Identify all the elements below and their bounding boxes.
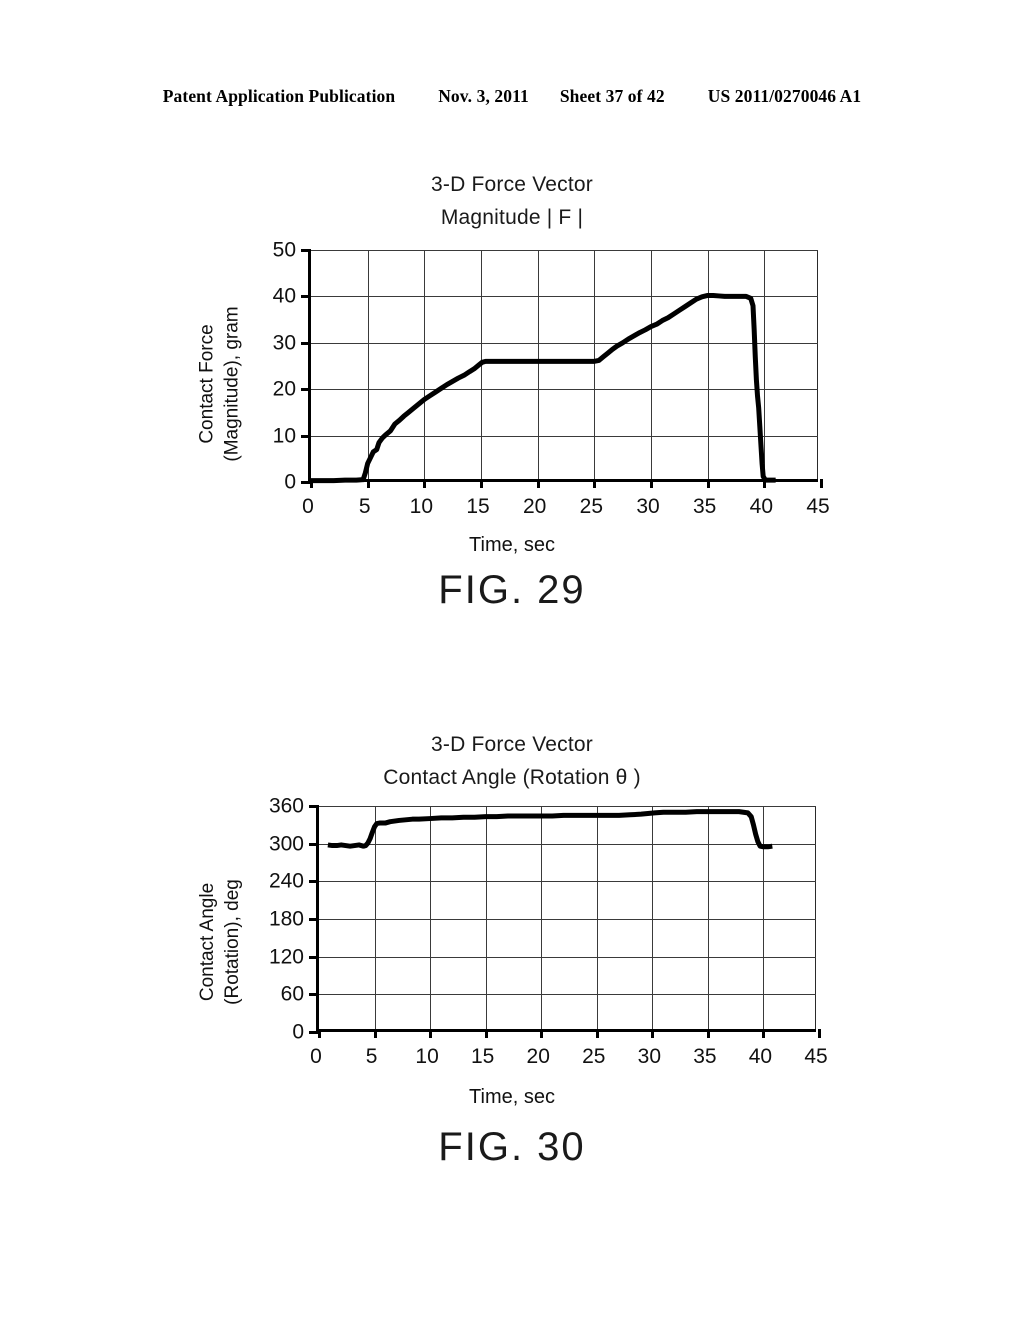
patent-header: Patent Application Publication Nov. 3, 2… bbox=[0, 86, 1024, 107]
x-tick-label: 10 bbox=[409, 495, 434, 518]
y-axis-caption-30: Contact Angle (Rotation), deg bbox=[192, 794, 248, 1089]
x-tick-label: 0 bbox=[302, 495, 314, 518]
y-tick-label: 360 bbox=[268, 794, 304, 818]
chart-29: Contact Force (Magnitude), gram 0 10 20 30 4… bbox=[192, 234, 832, 557]
y-axis-tick bbox=[309, 993, 319, 997]
chart-title-29: 3-D Force Vector Magnitude | F | bbox=[0, 168, 1024, 234]
data-series-line bbox=[311, 292, 776, 484]
y-tick-label: 20 bbox=[272, 377, 296, 401]
x-tick-label: 5 bbox=[358, 495, 371, 518]
x-tick-label: 45 bbox=[806, 495, 830, 518]
data-series-line bbox=[327, 809, 773, 850]
x-axis-caption-29: Time, sec bbox=[469, 534, 555, 556]
y-axis-tick bbox=[301, 249, 311, 252]
sheet-number: Sheet 37 of 42 bbox=[559, 86, 665, 106]
figure-caption-30: FIG. 30 bbox=[438, 1125, 586, 1169]
y-axis-caption-line2: (Magnitude), gram bbox=[222, 306, 244, 462]
y-tick-label: 240 bbox=[268, 869, 304, 893]
x-tick-label: 5 bbox=[365, 1045, 378, 1068]
x-tick-label: 25 bbox=[579, 495, 604, 518]
x-tick-label: 30 bbox=[636, 495, 660, 518]
x-tick-labels-30: 0 5 10 15 20 25 30 35 40 45 bbox=[192, 1046, 832, 1072]
chart-30: Contact Angle (Rotation), deg 0 60 120 180 2… bbox=[192, 794, 832, 1109]
y-axis-caption-line1: Contact Force bbox=[197, 324, 219, 444]
y-axis-caption-line2: (Rotation), deg bbox=[222, 878, 243, 1005]
y-axis-caption-line1: Contact Angle bbox=[197, 882, 218, 1001]
figure-30: 3-D Force Vector Contact Angle (Rotation… bbox=[0, 728, 1024, 1170]
x-tick-labels-29: 0 5 10 15 20 25 30 35 40 45 bbox=[192, 496, 832, 522]
publication-date: Nov. 3, 2011 bbox=[438, 86, 529, 106]
y-axis-tick bbox=[301, 388, 311, 392]
y-axis-tick bbox=[301, 341, 311, 345]
y-tick-label: 10 bbox=[272, 424, 296, 448]
y-axis-tick bbox=[309, 955, 319, 959]
x-tick-label: 15 bbox=[470, 1045, 495, 1068]
y-axis-tick bbox=[309, 918, 319, 921]
y-tick-label: 30 bbox=[272, 331, 296, 355]
x-tick-label: 35 bbox=[693, 1045, 717, 1068]
x-tick-label: 0 bbox=[310, 1045, 322, 1068]
x-tick-label: 30 bbox=[637, 1045, 662, 1068]
figure-29: 3-D Force Vector Magnitude | F | Contact… bbox=[0, 168, 1024, 613]
y-axis-tick bbox=[309, 880, 319, 884]
y-tick-label: 300 bbox=[268, 832, 304, 856]
x-tick-label: 45 bbox=[804, 1045, 828, 1068]
x-tick-label: 10 bbox=[415, 1045, 439, 1068]
y-axis-tick bbox=[301, 434, 311, 438]
y-tick-label: 60 bbox=[280, 982, 304, 1006]
publication-label: Patent Application Publication bbox=[162, 86, 396, 106]
figure-caption-29: FIG. 29 bbox=[438, 568, 586, 612]
patent-number: US 2011/0270046 A1 bbox=[707, 86, 862, 106]
y-tick-labels-29: 0 10 20 30 40 50 bbox=[250, 240, 296, 493]
y-axis-tick bbox=[301, 295, 311, 299]
data-series-layer bbox=[327, 809, 773, 850]
y-axis-tick bbox=[309, 805, 319, 808]
x-tick-label: 40 bbox=[749, 495, 774, 518]
x-tick-label: 20 bbox=[526, 1045, 550, 1068]
y-tick-label: 50 bbox=[272, 238, 296, 262]
y-axis-tick bbox=[309, 842, 319, 846]
chart-title-line2: Contact Angle (Rotation θ ) bbox=[383, 766, 641, 789]
x-axis-caption-30: Time, sec bbox=[469, 1086, 555, 1108]
x-tick-label: 35 bbox=[692, 495, 717, 518]
y-axis-caption-29: Contact Force (Magnitude), gram bbox=[192, 234, 248, 534]
data-series-layer bbox=[311, 292, 776, 484]
y-tick-label: 0 bbox=[292, 1020, 304, 1044]
y-tick-label: 180 bbox=[268, 907, 304, 931]
x-tick-label: 40 bbox=[748, 1045, 773, 1068]
y-tick-label: 0 bbox=[284, 470, 296, 494]
chart-title-30: 3-D Force Vector Contact Angle (Rotation… bbox=[0, 728, 1024, 794]
plot-area-29 bbox=[301, 249, 823, 488]
y-tick-label: 40 bbox=[272, 284, 296, 308]
x-tick-label: 20 bbox=[522, 495, 547, 518]
chart-title-line1: 3-D Force Vector bbox=[431, 173, 593, 196]
chart-title-line2: Magnitude | F | bbox=[440, 206, 584, 229]
y-tick-label: 120 bbox=[268, 945, 304, 969]
chart-title-line1: 3-D Force Vector bbox=[431, 733, 593, 756]
plot-area-30 bbox=[309, 805, 821, 1038]
y-tick-labels-30: 0 60 120 180 240 300 360 bbox=[252, 796, 304, 1043]
x-tick-label: 15 bbox=[466, 495, 490, 518]
x-tick-label: 25 bbox=[582, 1045, 606, 1068]
